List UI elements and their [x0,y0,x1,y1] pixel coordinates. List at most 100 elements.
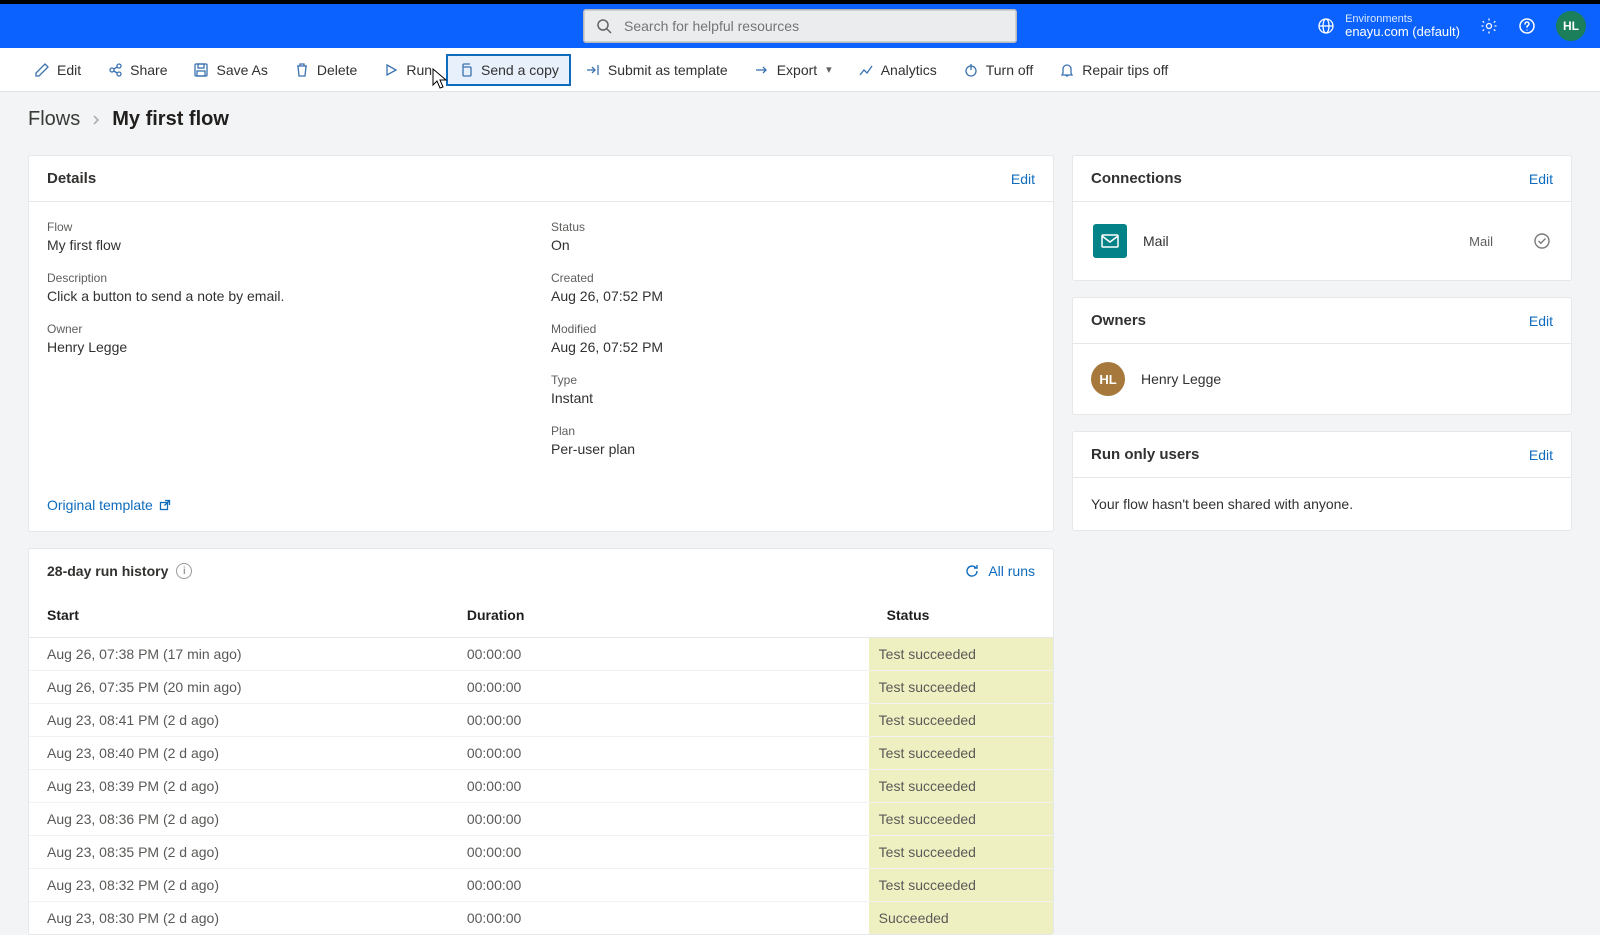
col-start[interactable]: Start [29,593,449,638]
user-avatar[interactable]: HL [1556,11,1586,41]
search-box[interactable] [583,9,1017,43]
cell-status: Test succeeded [869,836,1053,869]
owners-card: Owners Edit HL Henry Legge [1072,297,1572,415]
link-label: Original template [47,497,153,513]
connection-row[interactable]: Mail Mail [1091,220,1553,262]
cell-duration: 00:00:00 [449,770,869,803]
share-icon [107,62,123,78]
connections-body: Mail Mail [1073,202,1571,280]
run-only-title: Run only users [1091,446,1199,463]
details-body: Flow My first flow Status On Description… [29,202,1053,531]
cell-duration: 00:00:00 [449,836,869,869]
turn-off-button[interactable]: Turn off [951,54,1045,86]
environment-icon [1317,17,1335,35]
run-history-header: 28-day run history i All runs [29,549,1053,593]
share-button[interactable]: Share [95,54,179,86]
send-copy-button[interactable]: Send a copy [446,54,571,86]
content-area: Details Edit Flow My first flow Status O… [0,137,1600,935]
export-button[interactable]: Export ▾ [742,54,844,86]
cmd-label: Share [130,62,167,78]
breadcrumb-root[interactable]: Flows [28,108,80,131]
cell-duration: 00:00:00 [449,704,869,737]
run-only-body: Your flow hasn't been shared with anyone… [1073,478,1571,530]
cell-duration: 00:00:00 [449,803,869,836]
cell-start: Aug 23, 08:39 PM (2 d ago) [29,770,449,803]
settings-icon[interactable] [1480,17,1498,35]
export-icon [754,62,770,78]
command-bar: Edit Share Save As Delete Run Send a cop… [0,48,1600,92]
save-icon [193,62,209,78]
cell-status: Test succeeded [869,737,1053,770]
pencil-icon [34,62,50,78]
owners-edit-link[interactable]: Edit [1529,313,1553,329]
table-row[interactable]: Aug 23, 08:40 PM (2 d ago)00:00:00Test s… [29,737,1053,770]
cell-status: Test succeeded [869,671,1053,704]
detail-value: Aug 26, 07:52 PM [551,288,1035,304]
top-right: Environments enayu.com (default) HL [1317,11,1586,41]
cell-duration: 00:00:00 [449,737,869,770]
table-row[interactable]: Aug 23, 08:36 PM (2 d ago)00:00:00Test s… [29,803,1053,836]
detail-label: Flow [47,220,531,234]
cell-status: Test succeeded [869,638,1053,671]
connections-card: Connections Edit Mail Mail [1072,155,1572,281]
detail-value: On [551,237,1035,253]
external-link-icon [159,499,171,511]
connections-edit-link[interactable]: Edit [1529,171,1553,187]
col-status[interactable]: Status [869,593,1053,638]
cell-status: Test succeeded [869,869,1053,902]
detail-label: Plan [551,424,1035,438]
cmd-label: Save As [216,62,267,78]
info-icon[interactable]: i [176,563,192,579]
run-history-title: 28-day run history [47,563,168,579]
detail-value: Click a button to send a note by email. [47,288,531,304]
search-icon [596,18,612,34]
detail-flow: Flow My first flow [47,220,531,253]
table-row[interactable]: Aug 23, 08:39 PM (2 d ago)00:00:00Test s… [29,770,1053,803]
detail-created: Created Aug 26, 07:52 PM [551,271,1035,304]
analytics-button[interactable]: Analytics [846,54,949,86]
details-card: Details Edit Flow My first flow Status O… [28,155,1054,532]
run-only-edit-link[interactable]: Edit [1529,447,1553,463]
table-row[interactable]: Aug 23, 08:35 PM (2 d ago)00:00:00Test s… [29,836,1053,869]
run-only-card: Run only users Edit Your flow hasn't bee… [1072,431,1572,531]
template-icon [585,62,601,78]
table-row[interactable]: Aug 23, 08:30 PM (2 d ago)00:00:00Succee… [29,902,1053,935]
copy-icon [458,62,474,78]
table-row[interactable]: Aug 26, 07:35 PM (20 min ago)00:00:00Tes… [29,671,1053,704]
owners-title: Owners [1091,312,1146,329]
environment-picker[interactable]: Environments enayu.com (default) [1317,13,1460,39]
col-duration[interactable]: Duration [449,593,869,638]
all-runs-label: All runs [988,563,1035,579]
delete-button[interactable]: Delete [282,54,369,86]
cmd-label: Repair tips off [1082,62,1168,78]
detail-label: Type [551,373,1035,387]
run-button[interactable]: Run [371,54,444,86]
refresh-icon [964,563,980,579]
connections-title: Connections [1091,170,1182,187]
table-row[interactable]: Aug 23, 08:32 PM (2 d ago)00:00:00Test s… [29,869,1053,902]
help-icon[interactable] [1518,17,1536,35]
breadcrumb: Flows My first flow [0,92,1600,137]
cell-duration: 00:00:00 [449,869,869,902]
all-runs-link[interactable]: All runs [964,563,1035,579]
run-only-header: Run only users Edit [1073,432,1571,478]
analytics-icon [858,62,874,78]
side-column: Connections Edit Mail Mail Owners [1072,155,1572,531]
submit-template-button[interactable]: Submit as template [573,54,740,86]
cmd-label: Delete [317,62,357,78]
original-template-link[interactable]: Original template [47,497,171,513]
table-row[interactable]: Aug 26, 07:38 PM (17 min ago)00:00:00Tes… [29,638,1053,671]
cell-start: Aug 23, 08:32 PM (2 d ago) [29,869,449,902]
detail-value: Per-user plan [551,441,1035,457]
table-row[interactable]: Aug 23, 08:41 PM (2 d ago)00:00:00Test s… [29,704,1053,737]
details-edit-link[interactable]: Edit [1011,171,1035,187]
save-as-button[interactable]: Save As [181,54,279,86]
cmd-label: Export [777,62,817,78]
power-icon [963,62,979,78]
edit-button[interactable]: Edit [22,54,93,86]
search-input[interactable] [622,17,1004,35]
detail-type: Type Instant [551,373,1035,406]
owner-row[interactable]: HL Henry Legge [1091,362,1553,396]
repair-tips-button[interactable]: Repair tips off [1047,54,1180,86]
check-icon [1533,232,1551,250]
